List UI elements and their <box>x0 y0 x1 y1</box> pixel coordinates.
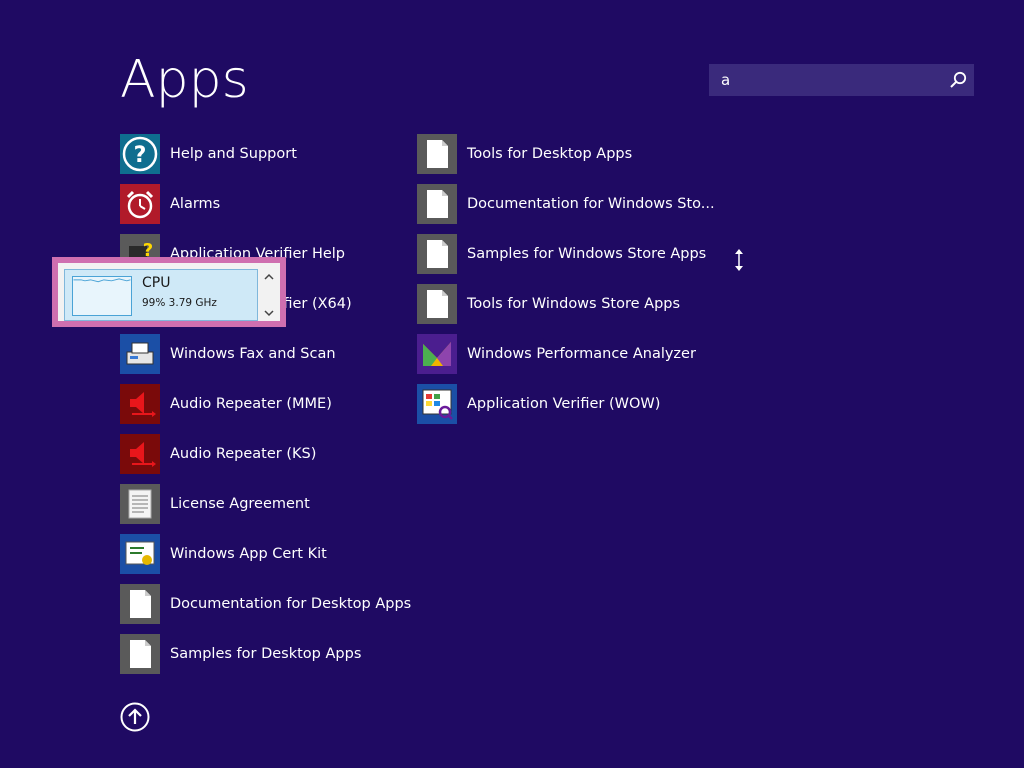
app-label: Alarms <box>170 196 221 212</box>
search-icon[interactable] <box>948 70 968 90</box>
app-item-windows-performance-analyzer[interactable]: Windows Performance Analyzer <box>417 334 697 374</box>
help-icon: ? <box>120 134 160 174</box>
cpu-popup-panel: CPU 99% 3.79 GHz <box>58 263 280 321</box>
popup-scrollbar[interactable] <box>262 269 276 321</box>
fax-scanner-icon <box>120 334 160 374</box>
app-label: Windows Fax and Scan <box>170 346 336 362</box>
speaker-icon <box>120 434 160 474</box>
apps-column-right: Tools for Desktop Apps Documentation for… <box>417 134 715 434</box>
up-arrow-button[interactable] <box>120 702 150 732</box>
app-label: Application Verifier (WOW) <box>467 396 661 412</box>
document-icon <box>417 234 457 274</box>
resize-cursor-icon <box>735 249 743 271</box>
app-item-tools-for-windows-store-apps[interactable]: Tools for Windows Store Apps <box>417 284 697 324</box>
app-label: Documentation for Windows Sto... <box>467 196 715 212</box>
app-item-alarms[interactable]: Alarms <box>120 184 400 224</box>
app-label: Windows Performance Analyzer <box>467 346 696 362</box>
apps-column-left: ? Help and Support Alarms ? Application … <box>120 134 411 684</box>
app-item-windows-fax-and-scan[interactable]: Windows Fax and Scan <box>120 334 400 374</box>
app-label: Audio Repeater (KS) <box>170 446 317 462</box>
speaker-icon <box>120 384 160 424</box>
search-input[interactable] <box>709 64 939 96</box>
app-verifier-icon <box>417 384 457 424</box>
app-label: Tools for Desktop Apps <box>467 146 633 162</box>
document-icon <box>120 584 160 624</box>
document-icon <box>417 284 457 324</box>
app-label: Windows App Cert Kit <box>170 546 327 562</box>
document-icon <box>120 634 160 674</box>
page-title: Apps <box>120 50 249 110</box>
app-item-audio-repeater-mme[interactable]: Audio Repeater (MME) <box>120 384 400 424</box>
start-screen-apps-view: Apps ? Help and Support <box>0 0 1024 768</box>
app-item-audio-repeater-ks[interactable]: Audio Repeater (KS) <box>120 434 400 474</box>
app-item-windows-app-cert-kit[interactable]: Windows App Cert Kit <box>120 534 400 574</box>
app-item-samples-for-windows-store-apps[interactable]: Samples for Windows Store Apps <box>417 234 706 274</box>
app-item-documentation-for-windows-store-apps[interactable]: Documentation for Windows Sto... <box>417 184 715 224</box>
certificate-icon <box>120 534 160 574</box>
document-icon <box>417 134 457 174</box>
cpu-selected-item[interactable]: CPU 99% 3.79 GHz <box>64 269 258 321</box>
app-label: Help and Support <box>170 146 297 162</box>
app-label: Samples for Desktop Apps <box>170 646 362 662</box>
cpu-title: CPU <box>142 275 171 291</box>
app-item-help-and-support[interactable]: ? Help and Support <box>120 134 400 174</box>
cpu-performance-popup[interactable]: CPU 99% 3.79 GHz <box>52 257 286 327</box>
app-label: Tools for Windows Store Apps <box>467 296 681 312</box>
app-label: Samples for Windows Store Apps <box>467 246 707 262</box>
app-item-tools-for-desktop-apps[interactable]: Tools for Desktop Apps <box>417 134 697 174</box>
alarm-clock-icon <box>120 184 160 224</box>
performance-analyzer-icon <box>417 334 457 374</box>
chevron-down-icon[interactable] <box>264 309 274 317</box>
search-box[interactable] <box>709 64 974 96</box>
document-lines-icon <box>120 484 160 524</box>
svg-text:?: ? <box>134 143 147 168</box>
app-label: Audio Repeater (MME) <box>170 396 332 412</box>
cpu-graph-icon <box>72 276 132 316</box>
app-item-documentation-for-desktop-apps[interactable]: Documentation for Desktop Apps <box>120 584 411 624</box>
app-item-application-verifier-wow[interactable]: Application Verifier (WOW) <box>417 384 697 424</box>
cpu-subtitle: 99% 3.79 GHz <box>142 297 217 309</box>
chevron-up-icon[interactable] <box>264 273 274 281</box>
app-label: Documentation for Desktop Apps <box>170 596 412 612</box>
app-item-samples-for-desktop-apps[interactable]: Samples for Desktop Apps <box>120 634 400 674</box>
app-label: License Agreement <box>170 496 310 512</box>
app-item-license-agreement[interactable]: License Agreement <box>120 484 400 524</box>
document-icon <box>417 184 457 224</box>
